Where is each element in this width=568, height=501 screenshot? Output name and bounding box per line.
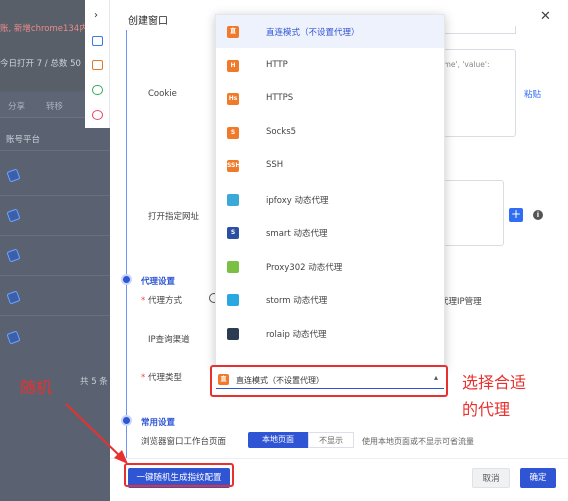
random-button-highlight — [124, 463, 234, 487]
annotation-choose-2: 的代理 — [462, 400, 511, 419]
annotation-arrow — [65, 403, 128, 464]
annotation-choose-1: 选择合适 — [462, 373, 527, 392]
